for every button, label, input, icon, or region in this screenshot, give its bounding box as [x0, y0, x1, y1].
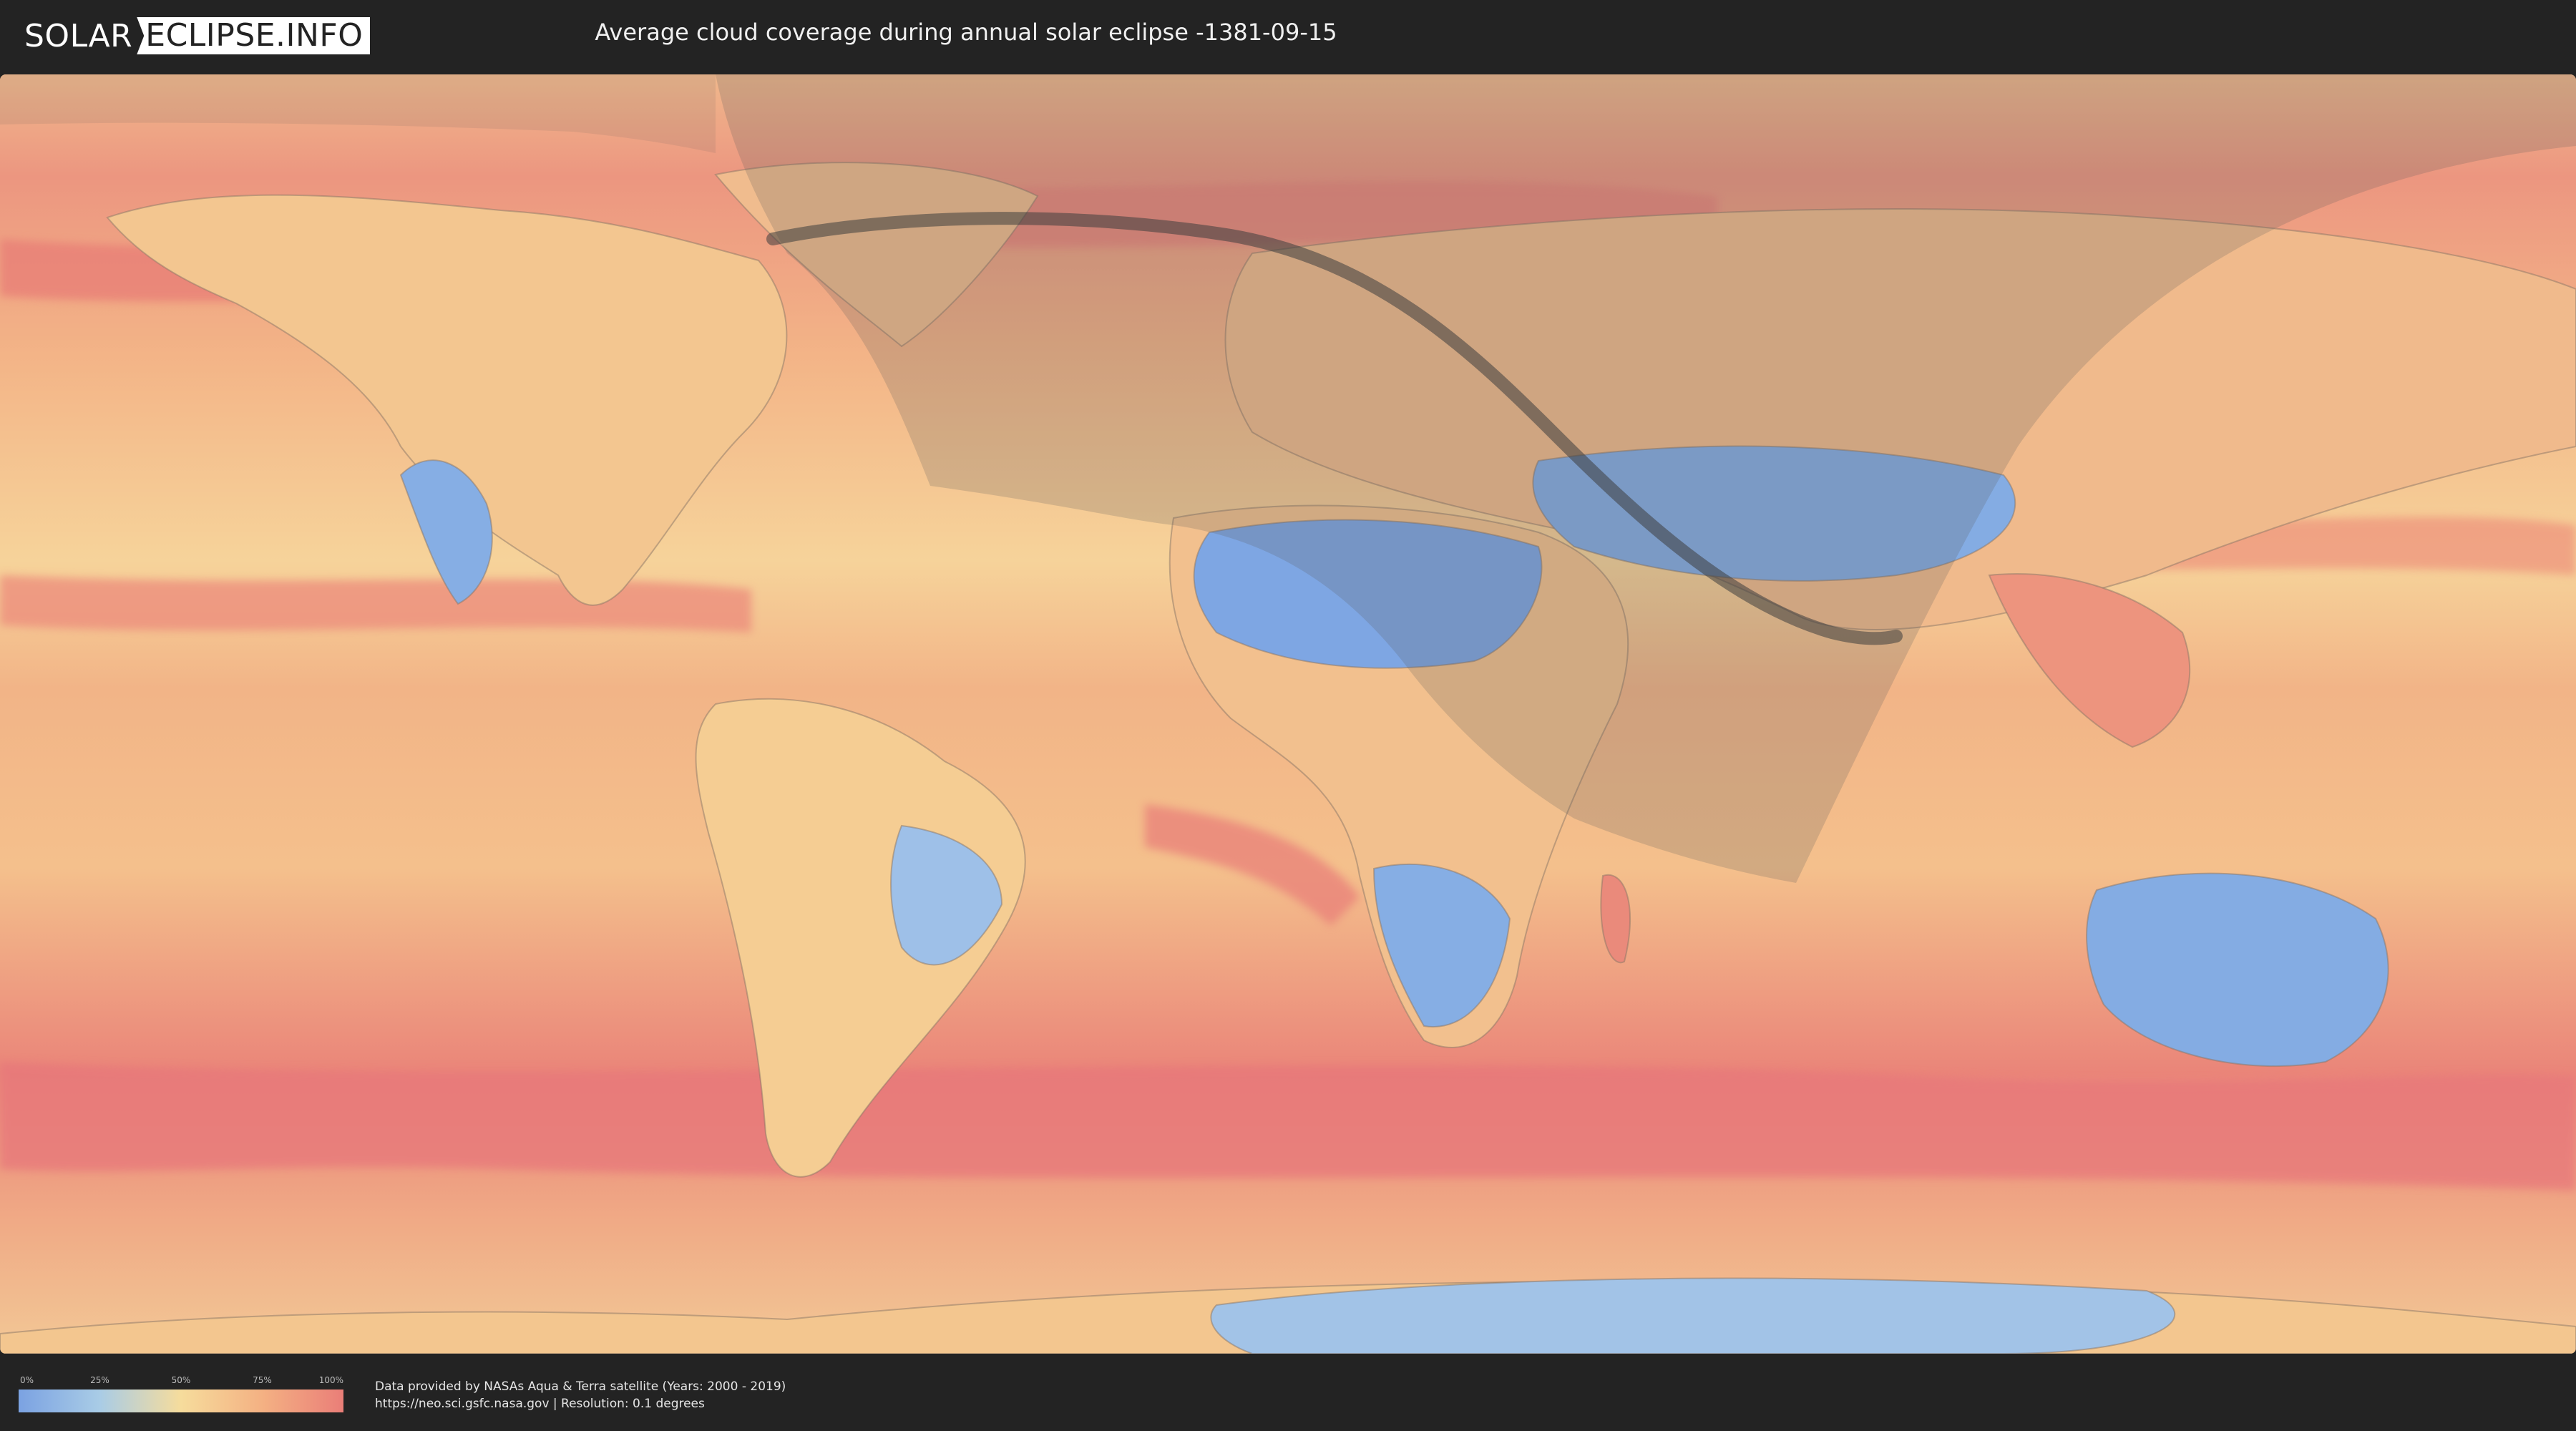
credit-line-source: Data provided by NASAs Aqua & Terra sate… — [375, 1379, 786, 1394]
world-map-svg — [0, 74, 2576, 1354]
legend-tick-25: 25% — [90, 1375, 109, 1385]
data-credit: Data provided by NASAs Aqua & Terra sate… — [375, 1378, 786, 1412]
page-title: Average cloud coverage during annual sol… — [595, 19, 1337, 46]
legend-tick-75: 75% — [253, 1375, 272, 1385]
cloud-coverage-legend: 0% 25% 50% 75% 100% — [19, 1375, 343, 1418]
legend-tick-100: 100% — [318, 1375, 343, 1385]
cloud-coverage-map — [0, 74, 2576, 1354]
footer-bar: 0% 25% 50% 75% 100% Data provided by NAS… — [0, 1357, 2576, 1431]
legend-tick-0: 0% — [20, 1375, 34, 1385]
credit-line-url[interactable]: https://neo.sci.gsfc.nasa.gov | Resoluti… — [375, 1395, 786, 1412]
legend-color-bar — [19, 1390, 343, 1412]
header-bar: SOLAR ECLIPSE.INFO Average cloud coverag… — [0, 0, 2576, 72]
legend-ticks: 0% 25% 50% 75% 100% — [19, 1375, 343, 1388]
band-itcz-pacific — [0, 575, 751, 633]
legend-tick-50: 50% — [171, 1375, 191, 1385]
